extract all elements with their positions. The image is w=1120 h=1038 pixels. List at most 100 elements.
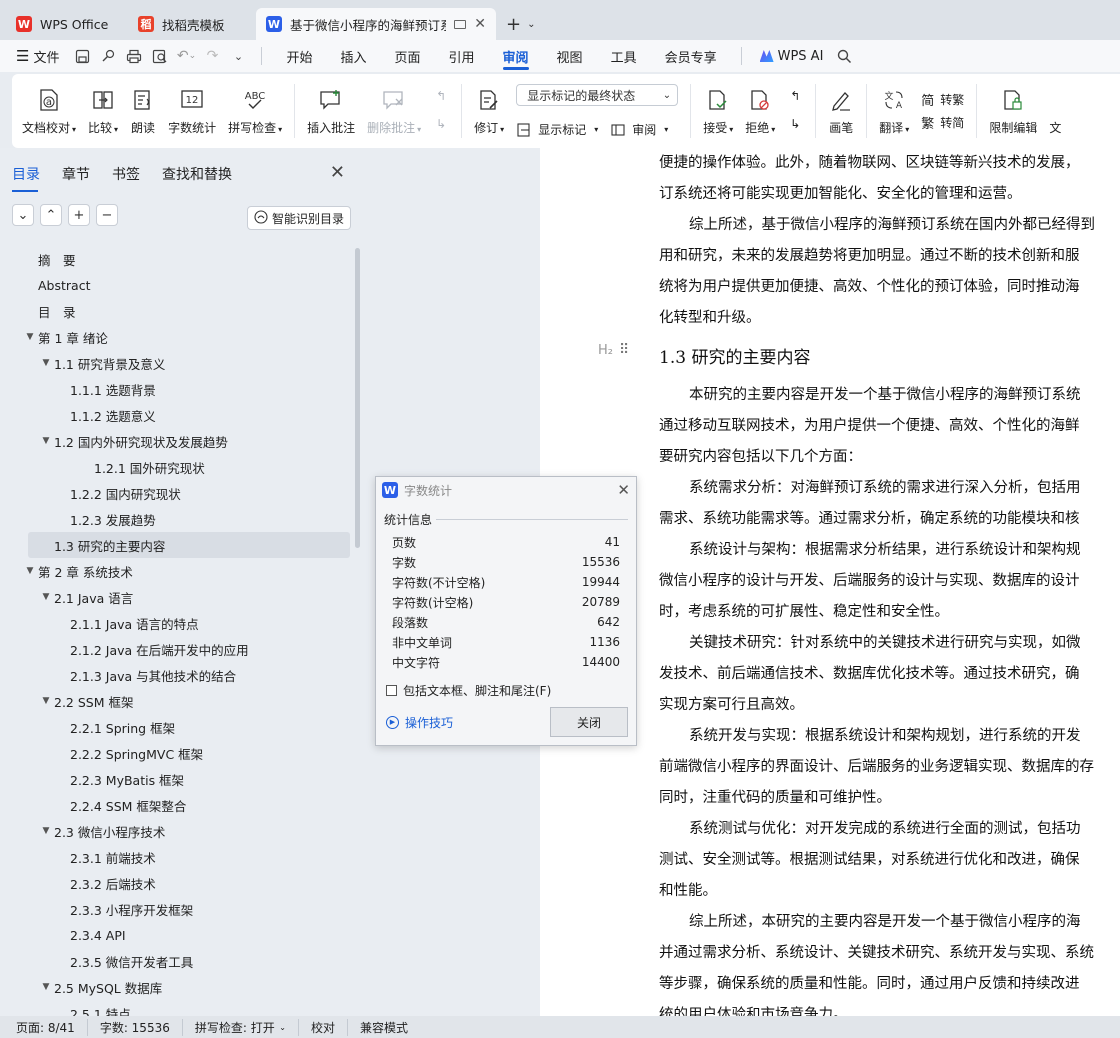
expand-arrow-icon[interactable]: ▼ xyxy=(38,436,54,446)
chevron-up-icon[interactable]: ⌃ xyxy=(40,204,62,226)
hamburger-icon[interactable]: ☰ xyxy=(16,47,29,65)
heading-level-marker[interactable]: H₂ ⠿ xyxy=(598,342,629,358)
menu-reference[interactable]: 引用 xyxy=(435,40,489,72)
to-traditional-button[interactable]: 简 转繁 xyxy=(921,90,964,109)
tab-docer[interactable]: 稻 找稻壳模板 xyxy=(128,8,252,40)
document-body[interactable]: 便捷的操作体验。此外，随着物联网、区块链等新兴技术的发展， 订系统还将可能实现更加… xyxy=(659,148,1120,1016)
paragraph-line[interactable]: 需求、系统功能需求等。通过需求分析，确定系统的功能模块和核 xyxy=(659,504,1120,535)
toc-item[interactable]: ▼ 2.2 SSM 框架 xyxy=(0,688,352,714)
toc-item[interactable]: 2.2.4 SSM 框架整合 xyxy=(0,792,352,818)
spell-check-button[interactable]: ABC 拼写检查 ▾ xyxy=(222,80,288,142)
paragraph-line[interactable]: 要研究内容包括以下几个方面： xyxy=(659,442,1120,473)
wps-ai-button[interactable]: WPS AI xyxy=(752,49,832,64)
paragraph-line[interactable]: 系统开发与实现：根据系统设计和架构规划，进行系统的开发 xyxy=(659,721,1120,752)
more-button[interactable]: 文 xyxy=(1043,80,1067,142)
toc-item[interactable]: 1.2.1 国外研究现状 xyxy=(0,454,352,480)
toc-item[interactable]: 2.2.3 MyBatis 框架 xyxy=(0,766,352,792)
toc-item[interactable]: 2.3.3 小程序开发框架 xyxy=(0,896,352,922)
paragraph-line[interactable]: 综上所述，基于微信小程序的海鲜预订系统在国内外都已经得到 xyxy=(659,210,1120,241)
close-button[interactable]: 关闭 xyxy=(550,707,628,737)
print-preview-icon[interactable] xyxy=(147,40,173,72)
plus-icon[interactable]: + xyxy=(68,204,90,226)
markup-select[interactable]: 显示标记的最终状态 ⌄ xyxy=(516,84,679,106)
delete-comment-button[interactable]: 删除批注 ▾ xyxy=(361,80,427,142)
toc-item[interactable]: Abstract xyxy=(0,272,352,298)
doc-check-button[interactable]: a 文档校对 ▾ xyxy=(16,80,82,142)
minus-icon[interactable]: − xyxy=(96,204,118,226)
tab-wps-office[interactable]: W WPS Office xyxy=(6,8,124,40)
status-words[interactable]: 字数: 15536 xyxy=(86,1018,182,1036)
toc-item[interactable]: 2.1.2 Java 在后端开发中的应用 xyxy=(0,636,352,662)
drag-handle-icon[interactable]: ⠿ xyxy=(619,342,629,358)
toc-item[interactable]: 2.5.1 特点 xyxy=(0,1000,352,1017)
toc-item[interactable]: 2.1.1 Java 语言的特点 xyxy=(0,610,352,636)
review-pane-button[interactable]: 审阅 ▾ xyxy=(610,121,668,138)
monitor-icon[interactable] xyxy=(454,19,467,29)
paragraph-line[interactable]: 化转型和升级。 xyxy=(659,303,1120,334)
toc-item[interactable]: ▼ 2.3 微信小程序技术 xyxy=(0,818,352,844)
status-proofread[interactable]: 校对 xyxy=(297,1018,347,1036)
paragraph-line[interactable]: 系统需求分析：对海鲜预订系统的需求进行深入分析，包括用 xyxy=(659,473,1120,504)
menu-home[interactable]: 开始 xyxy=(272,40,326,72)
tips-link[interactable]: ▶ 操作技巧 xyxy=(386,714,453,731)
dialog-title-bar[interactable]: W 字数统计 ✕ xyxy=(376,477,636,503)
pen-button[interactable]: 画笔 xyxy=(822,80,860,142)
toc-item[interactable]: 目 录 xyxy=(0,298,352,324)
read-aloud-button[interactable]: 朗读 xyxy=(124,80,162,142)
close-icon[interactable]: ✕ xyxy=(474,16,486,32)
toc-scrollbar[interactable] xyxy=(355,248,360,548)
undo-icon[interactable]: ↶ ⌄ xyxy=(173,40,199,72)
paragraph-line[interactable]: 并通过需求分析、系统设计、关键技术研究、系统开发与实现、系统 xyxy=(659,938,1120,969)
chevron-down-icon[interactable]: ⌄ xyxy=(12,204,34,226)
tab-find-replace[interactable]: 查找和替换 xyxy=(162,160,240,188)
tab-sections[interactable]: 章节 xyxy=(62,160,98,188)
toc-item[interactable]: ▼ 1.1 研究背景及意义 xyxy=(0,350,352,376)
toc-item[interactable]: ▼ 1.2 国内外研究现状及发展趋势 xyxy=(0,428,352,454)
toc-item[interactable]: 2.2.2 SpringMVC 框架 xyxy=(0,740,352,766)
menu-view[interactable]: 视图 xyxy=(543,40,597,72)
status-page[interactable]: 页面: 8/41 xyxy=(16,1019,87,1036)
menu-tools[interactable]: 工具 xyxy=(597,40,651,72)
toc-item[interactable]: 1.2.2 国内研究现状 xyxy=(0,480,352,506)
toc-item[interactable]: 摘 要 xyxy=(0,246,352,272)
expand-arrow-icon[interactable]: ▼ xyxy=(22,332,38,342)
menu-insert[interactable]: 插入 xyxy=(326,40,380,72)
previous-change-icon[interactable]: ↰ xyxy=(787,88,803,104)
expand-arrow-icon[interactable]: ▼ xyxy=(38,592,54,602)
to-simplified-button[interactable]: 繁 转简 xyxy=(921,113,964,132)
paragraph-line[interactable]: 便捷的操作体验。此外，随着物联网、区块链等新兴技术的发展， xyxy=(659,148,1120,179)
toc-item[interactable]: ▼ 2.5 MySQL 数据库 xyxy=(0,974,352,1000)
close-icon[interactable]: ✕ xyxy=(617,481,630,499)
paragraph-line[interactable]: 前端微信小程序的界面设计、后端服务的业务逻辑实现、数据库的存 xyxy=(659,752,1120,783)
paragraph-line[interactable]: 统的用户体验和市场竞争力。 xyxy=(659,1000,1120,1016)
expand-arrow-icon[interactable]: ▼ xyxy=(38,982,54,992)
paragraph-line[interactable]: 统将为用户提供更加便捷、高效、个性化的预订体验，同时推动海 xyxy=(659,272,1120,303)
toc-item[interactable]: ▼ 第 1 章 绪论 xyxy=(0,324,352,350)
paragraph-line[interactable]: 关键技术研究：针对系统中的关键技术进行研究与实现，如微 xyxy=(659,628,1120,659)
expand-arrow-icon[interactable]: ▼ xyxy=(38,826,54,836)
expand-arrow-icon[interactable]: ▼ xyxy=(38,358,54,368)
toc-item[interactable]: 1.3 研究的主要内容 xyxy=(28,532,350,558)
compare-button[interactable]: 比较 ▾ xyxy=(82,80,124,142)
paragraph-line[interactable]: 时，考虑系统的可扩展性、稳定性和安全性。 xyxy=(659,597,1120,628)
toc-item[interactable]: 2.3.4 API xyxy=(0,922,352,948)
redo-icon[interactable]: ↷ xyxy=(199,40,225,72)
paragraph-line[interactable]: 实现方案可行且高效。 xyxy=(659,690,1120,721)
menu-page[interactable]: 页面 xyxy=(381,40,435,72)
paragraph-line[interactable]: 等步骤，确保系统的质量和性能。同时，通过用户反馈和持续改进 xyxy=(659,969,1120,1000)
insert-comment-button[interactable]: 插入批注 xyxy=(301,80,361,142)
track-changes-button[interactable]: 修订 ▾ xyxy=(468,80,510,142)
toc-item[interactable]: 2.3.1 前端技术 xyxy=(0,844,352,870)
plus-icon[interactable]: + xyxy=(506,14,521,35)
translate-button[interactable]: 文A 翻译 ▾ xyxy=(873,80,915,142)
toc-item[interactable]: 1.2.3 发展趋势 xyxy=(0,506,352,532)
toc-item[interactable]: ▼ 2.1 Java 语言 xyxy=(0,584,352,610)
previous-comment-icon[interactable]: ↰ xyxy=(433,88,449,104)
toc-item[interactable]: 2.3.5 微信开发者工具 xyxy=(0,948,352,974)
toc-item[interactable]: ▼ 第 2 章 系统技术 xyxy=(0,558,352,584)
smart-toc-button[interactable]: 智能识别目录 xyxy=(246,206,351,230)
next-comment-icon[interactable]: ↳ xyxy=(433,116,449,132)
close-icon[interactable]: ✕ xyxy=(330,162,345,183)
paragraph-line[interactable]: 同时，注重代码的质量和可维护性。 xyxy=(659,783,1120,814)
export-icon[interactable] xyxy=(95,40,121,72)
